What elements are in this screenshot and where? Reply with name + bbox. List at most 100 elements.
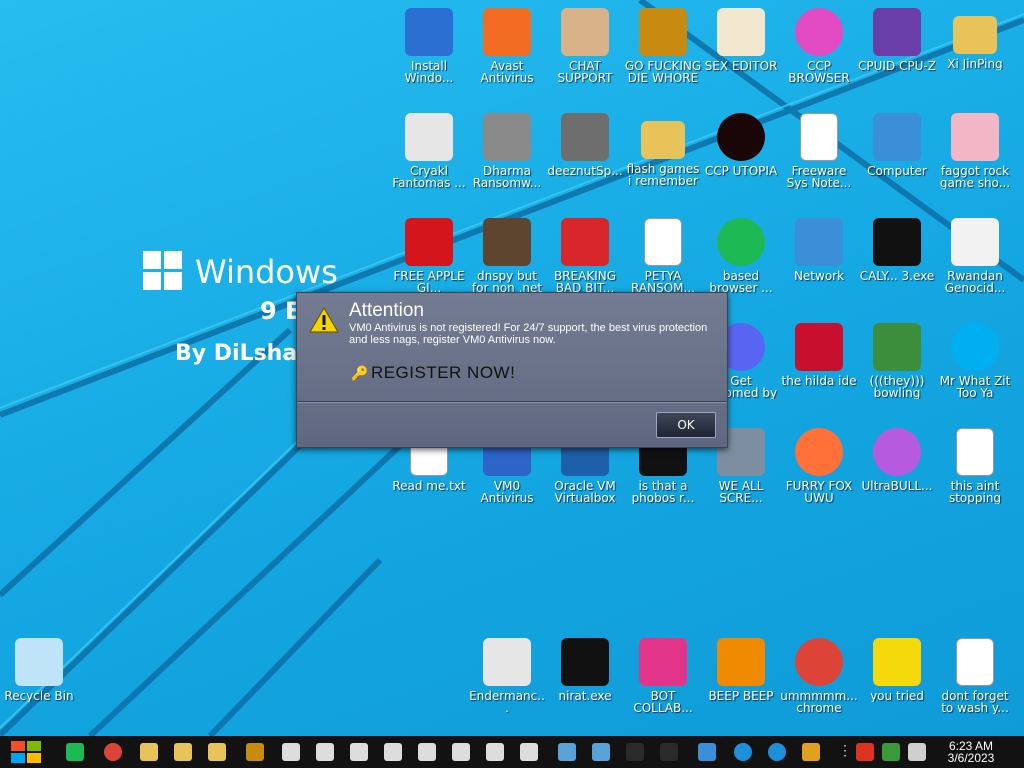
- folder-icon[interactable]: [208, 743, 226, 761]
- desktop-icon[interactable]: GO FUCKING DIE WHORE: [624, 8, 702, 84]
- 7zip-icon[interactable]: [384, 743, 402, 761]
- register-now-link[interactable]: 🔑 REGISTER NOW!: [351, 363, 515, 383]
- desktop-icon[interactable]: PETYA RANSOM...: [624, 218, 702, 294]
- desktop-icon[interactable]: (((they))) bowling: [858, 323, 936, 399]
- portrait-icon: [483, 218, 531, 266]
- desktop-icon[interactable]: CHAT SUPPORT: [546, 8, 624, 84]
- console-icon[interactable]: [660, 743, 678, 761]
- detect-it-easy-icon: [639, 8, 687, 56]
- desktop-icon-label: Install Windo...: [404, 60, 454, 84]
- desktop-icon[interactable]: faggot rock game sho...: [936, 113, 1014, 189]
- desktop-icon-label: dnspy but for non .net pr...: [471, 270, 543, 294]
- desktop-icon[interactable]: CPUID CPU-Z: [858, 8, 936, 72]
- desktop-icon[interactable]: the hilda ide: [780, 323, 858, 387]
- chrome-icon[interactable]: [104, 743, 122, 761]
- desktop-icon-label: FREE APPLE GI...: [393, 270, 465, 294]
- ie-icon[interactable]: [734, 743, 752, 761]
- desktop-icon-label: Dharma Ransomw...: [472, 165, 542, 189]
- 7zip-icon[interactable]: [316, 743, 334, 761]
- desktop-icon-label: (((they))) bowling: [869, 375, 925, 399]
- desktop-icon[interactable]: CCP BROWSER: [780, 8, 858, 84]
- desktop-icon[interactable]: Endermanc...: [468, 638, 546, 714]
- goblin-icon: [873, 323, 921, 371]
- desktop-icon[interactable]: FREE APPLE GI...: [390, 218, 468, 294]
- desktop-icon[interactable]: Rwandan Genocid...: [936, 218, 1014, 294]
- desktop-icon[interactable]: deeznutSp...: [546, 113, 624, 177]
- desktop-icon-label: Mr What Zit Too Ya: [939, 375, 1011, 399]
- 7zip-icon[interactable]: [282, 743, 300, 761]
- desktop-icon[interactable]: this aint stopping di...: [936, 428, 1014, 504]
- document-icon: [800, 113, 838, 161]
- desktop-icon[interactable]: nirat.exe: [546, 638, 624, 702]
- avast-icon: [483, 8, 531, 56]
- rubik-icon[interactable]: [802, 743, 820, 761]
- folder-icon[interactable]: [140, 743, 158, 761]
- desktop-icon-label: nirat.exe: [558, 690, 612, 702]
- desktop-icon[interactable]: Install Windo...: [390, 8, 468, 84]
- desktop-icon[interactable]: UltraBULL...: [858, 428, 936, 492]
- desktop-icon[interactable]: CCP UTOPIA: [702, 113, 780, 177]
- desktop-icon[interactable]: Freeware Sys Note...: [780, 113, 858, 189]
- desktop-icon[interactable]: BOT COLLAB...: [624, 638, 702, 714]
- desktop[interactable]: Windows 9 E By DiLshad Install Windo... A…: [0, 0, 1024, 736]
- firefox-icon: [795, 428, 843, 476]
- desktop-icon-label: CPUID CPU-Z: [858, 60, 936, 72]
- desktop-icon[interactable]: flash games i remember: [624, 113, 702, 187]
- detect-it-easy-icon[interactable]: [246, 743, 264, 761]
- program-page-icon: [956, 638, 994, 686]
- more-icon[interactable]: ⋮: [838, 742, 852, 760]
- folder-icon[interactable]: [174, 743, 192, 761]
- desktop-icon[interactable]: BEEP BEEP: [702, 638, 780, 702]
- 7zip-icon[interactable]: [520, 743, 538, 761]
- program-page-icon: [956, 428, 994, 476]
- hxd-icon: [717, 8, 765, 56]
- angry-bird-icon: [561, 218, 609, 266]
- desktop-icon[interactable]: Xi JinPing: [936, 8, 1014, 70]
- desktop-icon-label: Rwandan Genocid...: [944, 270, 1006, 294]
- ie-icon[interactable]: [768, 743, 786, 761]
- computer-icon: [873, 113, 921, 161]
- desktop-icon[interactable]: based browser ...: [702, 218, 780, 294]
- visual-studio-icon[interactable]: [558, 743, 576, 761]
- desktop-icon-label: deeznutSp...: [547, 165, 623, 177]
- ok-button[interactable]: OK: [656, 412, 716, 438]
- desktop-icon[interactable]: dnspy but for non .net pr...: [468, 218, 546, 294]
- desktop-icon[interactable]: Network: [780, 218, 858, 282]
- desktop-icon[interactable]: SEX EDITOR: [702, 8, 780, 72]
- console-icon[interactable]: [626, 743, 644, 761]
- star-icon: [873, 638, 921, 686]
- desktop-icon[interactable]: Recycle Bin: [0, 638, 78, 702]
- 7zip-icon[interactable]: [486, 743, 504, 761]
- 7zip-icon[interactable]: [350, 743, 368, 761]
- skull-icon: [561, 638, 609, 686]
- desktop-icon-label: PETYA RANSOM...: [631, 270, 695, 294]
- desktop-icon[interactable]: BREAKING BAD BIT...: [546, 218, 624, 294]
- desktop-icon[interactable]: CALY... 3.exe: [858, 218, 936, 282]
- desktop-icon[interactable]: dont forget to wash y...: [936, 638, 1014, 714]
- desktop-icon[interactable]: Computer: [858, 113, 936, 177]
- network-tray-icon[interactable]: [882, 743, 900, 761]
- disc-icon: [873, 428, 921, 476]
- desktop-icon[interactable]: FURRY FOX UWU: [780, 428, 858, 504]
- volume-icon[interactable]: [908, 743, 926, 761]
- spotify-icon[interactable]: [66, 743, 84, 761]
- 7zip-icon[interactable]: [452, 743, 470, 761]
- desktop-icon[interactable]: ummmmm... chrome: [780, 638, 858, 714]
- desktop-icon[interactable]: you tried: [858, 638, 936, 702]
- 7zip-icon[interactable]: [418, 743, 436, 761]
- flag-icon[interactable]: [856, 743, 874, 761]
- windows-start-icon[interactable]: [0, 736, 52, 768]
- monitor-pink-icon: [639, 638, 687, 686]
- desktop-icon-label: FURRY FOX UWU: [785, 480, 853, 504]
- desktop-icon-label: the hilda ide: [781, 375, 857, 387]
- desktop-icon[interactable]: Cryakl Fantomas ...: [390, 113, 468, 189]
- desktop-icon-label: WE ALL SCRE...: [718, 480, 764, 504]
- desktop-icon[interactable]: Avast Antivirus: [468, 8, 546, 84]
- desktop-icon-label: Xi JinPing: [947, 58, 1003, 70]
- windows-logo-icon: [143, 251, 183, 291]
- clock[interactable]: 6:23 AM 3/6/2023: [935, 740, 1007, 764]
- visual-studio-icon[interactable]: [592, 743, 610, 761]
- desktop-icon[interactable]: Mr What Zit Too Ya: [936, 323, 1014, 399]
- app-blue-icon[interactable]: [698, 743, 716, 761]
- desktop-icon[interactable]: Dharma Ransomw...: [468, 113, 546, 189]
